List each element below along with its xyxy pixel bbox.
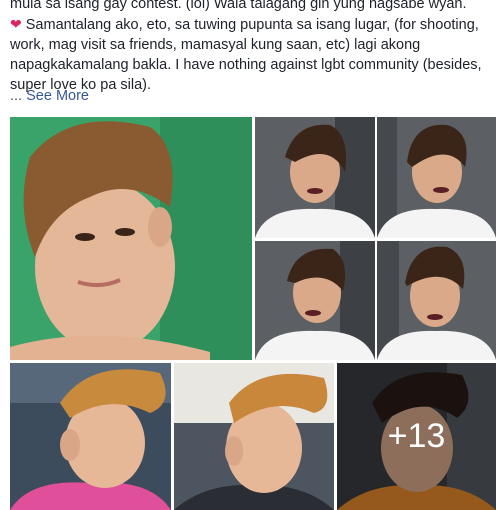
post-text-line: work, mag visit sa friends, mamasyal kun… [10, 37, 421, 53]
post-text-line: ❤ Samantalang ako, eto, sa tuwing pupunt… [10, 16, 479, 33]
more-photos-count[interactable]: +13 [337, 363, 496, 510]
see-more-row: ... See More [10, 88, 89, 104]
photo-7[interactable] [174, 363, 334, 510]
photo-5[interactable] [377, 241, 496, 360]
photo-3[interactable] [377, 117, 496, 238]
ellipsis: ... [10, 88, 27, 104]
see-more-link[interactable]: See More [26, 88, 89, 104]
photo-6[interactable] [10, 363, 171, 510]
post-text-line: mula sa isang gay contest. (lol) Wala ta… [10, 0, 467, 12]
photo-4[interactable] [255, 241, 375, 360]
post-text-line: napagkakamalang bakla. I have nothing ag… [10, 57, 482, 73]
photo-2[interactable] [255, 117, 375, 238]
heart-icon: ❤ [10, 16, 22, 32]
photo-1[interactable] [10, 117, 252, 360]
post-text: mula sa isang gay contest. (lol) Wala ta… [10, 0, 496, 95]
photo-8[interactable]: +13 [337, 363, 496, 510]
